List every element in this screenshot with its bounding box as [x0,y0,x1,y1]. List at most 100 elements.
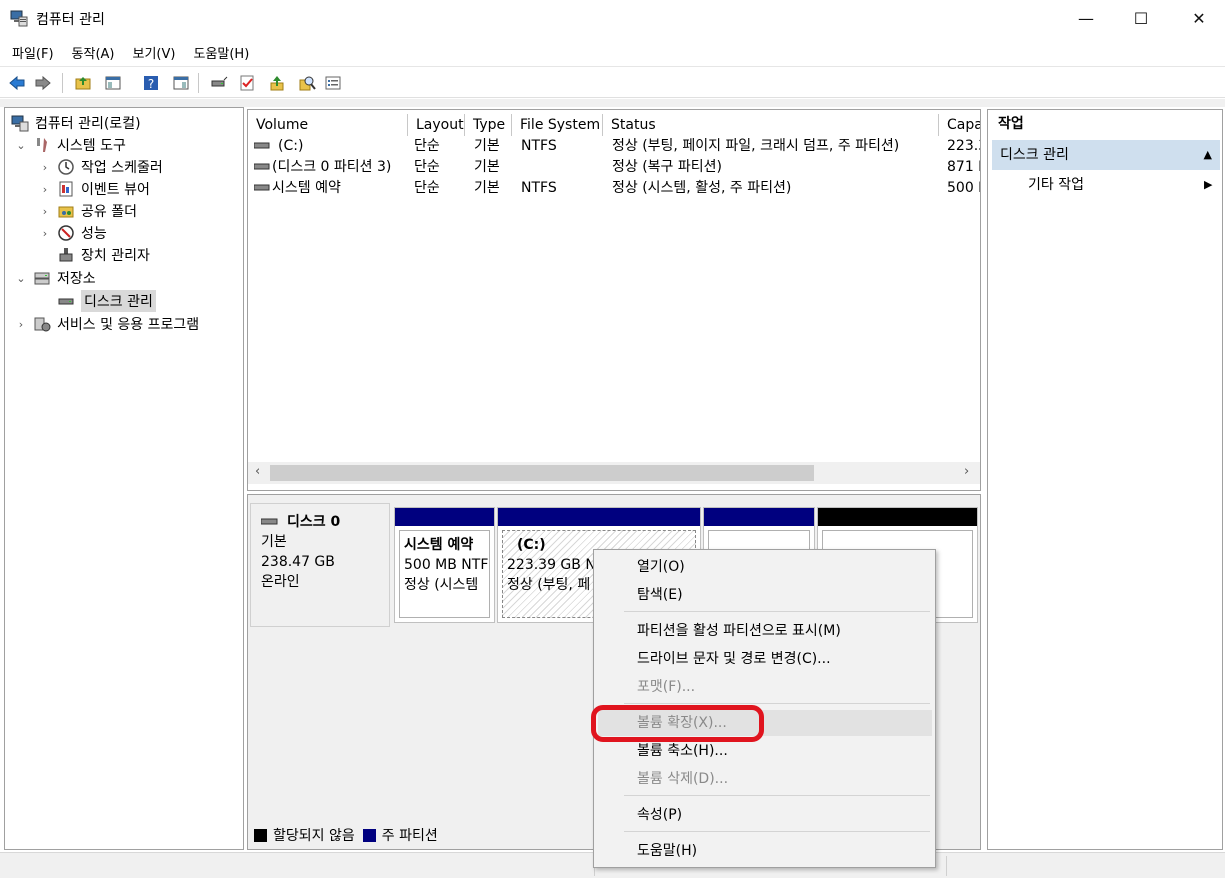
disk-icon [58,298,74,305]
disk-name: 디스크 0 [287,514,341,530]
column-header-layout[interactable]: Layout [408,114,465,136]
export-icon[interactable] [266,72,288,94]
toolbar-divider [0,99,1225,107]
tree-item-label: 컴퓨터 관리(로컬) [35,116,141,132]
chevron-down-icon[interactable]: ⌄ [15,139,27,152]
scroll-left-icon[interactable]: ‹ [255,464,260,479]
menu-action[interactable]: 동작(A) [66,43,121,62]
performance-icon [58,225,74,241]
chevron-right-icon[interactable]: › [39,227,51,240]
volume-status: 정상 (부팅, 페이지 파일, 크래시 덤프, 주 파티션) [612,138,900,154]
services-icon [34,317,51,332]
column-header-status[interactable]: Status [603,114,939,136]
volume-capacity: 871 M [947,159,980,175]
tree-item-disk-management[interactable]: 디스크 관리 [57,290,156,312]
volume-capacity: 500 M [947,180,980,196]
menu-separator [624,611,930,612]
connect-drive-icon[interactable] [208,72,230,94]
column-header-file-system[interactable]: File System [512,114,603,136]
chevron-right-icon[interactable]: › [15,318,27,331]
menu-separator [624,831,930,832]
menu-item-help[interactable]: 도움말(H) [598,838,932,864]
status-divider [946,856,947,876]
menu-item-properties[interactable]: 속성(P) [598,802,932,828]
find-icon[interactable] [296,72,318,94]
chevron-right-icon[interactable]: › [39,183,51,196]
disk-0-info[interactable]: 디스크 0 기본 238.47 GB 온라인 [250,503,390,627]
help-icon[interactable]: ? [140,72,162,94]
horizontal-scrollbar[interactable]: ‹ › [248,462,980,484]
volume-layout: 단순 [414,138,440,154]
volume-list-header: Volume Layout Type File System Status Ca… [248,114,980,136]
tree-item-services-apps[interactable]: › 서비스 및 응용 프로그램 [15,313,199,335]
table-row[interactable]: (디스크 0 파티션 3) 단순 기본 정상 (복구 파티션) 871 M [248,157,980,178]
back-arrow-icon[interactable] [6,72,28,94]
tree-item-device-manager[interactable]: 장치 관리자 [57,244,150,266]
maximize-button[interactable]: ☐ [1118,0,1164,36]
collapse-up-icon[interactable]: ▲ [1204,140,1212,170]
show-hide-action-pane-icon[interactable] [170,72,192,94]
chevron-down-icon[interactable]: ⌄ [15,272,27,285]
up-folder-icon[interactable] [72,72,94,94]
computer-management-icon [11,115,29,132]
tree-item-event-viewer[interactable]: › 이벤트 뷰어 [39,178,150,200]
navigation-tree: 컴퓨터 관리(로컬) ⌄ 시스템 도구 › 작업 스케줄러 › 이벤트 뷰어 ›… [4,107,244,850]
chevron-right-icon[interactable]: › [39,161,51,174]
menu-item-change-drive-letter[interactable]: 드라이브 문자 및 경로 변경(C)... [598,646,932,672]
tree-item-label: 디스크 관리 [81,290,156,312]
volume-name: (C:) [278,138,304,154]
chevron-right-icon[interactable]: › [39,205,51,218]
close-button[interactable]: ✕ [1176,0,1222,36]
tree-item-label: 장치 관리자 [81,248,150,264]
actions-section-disk-management[interactable]: 디스크 관리 ▲ [992,140,1220,170]
volume-icon [254,142,270,149]
menu-help[interactable]: 도움말(H) [187,43,255,62]
tree-item-shared-folders[interactable]: › 공유 폴더 [39,200,137,222]
scrollbar-thumb[interactable] [270,465,814,481]
scroll-right-icon[interactable]: › [964,464,969,479]
tree-item-task-scheduler[interactable]: › 작업 스케줄러 [39,156,163,178]
properties-icon[interactable] [322,72,344,94]
menu-item-format: 포맷(F)... [637,679,696,695]
tree-item-system-tools[interactable]: ⌄ 시스템 도구 [15,134,126,156]
volume-type: 기본 [474,138,500,154]
tree-item-label: 이벤트 뷰어 [81,182,150,198]
window-title: 컴퓨터 관리 [36,12,105,28]
menu-item-explore[interactable]: 탐색(E) [598,582,932,608]
menu-item-mark-active[interactable]: 파티션을 활성 파티션으로 표시(M) [598,618,932,644]
menu-separator [624,795,930,796]
volume-layout: 단순 [414,159,440,175]
minimize-button[interactable]: — [1063,0,1109,36]
check-icon[interactable] [236,72,258,94]
legend-swatch-primary [362,828,376,842]
title-bar: 컴퓨터 관리 — ☐ ✕ [0,0,1225,38]
partition-color-bar [395,508,494,526]
show-hide-tree-icon[interactable] [102,72,124,94]
toolbar: ? [0,66,1225,98]
legend: 할당되지 않음 주 파티션 [254,825,438,845]
partition-body[interactable]: 시스템 예약 500 MB NTF 정상 (시스템 [399,530,490,618]
disk-state: 온라인 [261,574,300,590]
tree-item-performance[interactable]: › 성능 [39,222,107,244]
actions-section-label: 디스크 관리 [1000,147,1069,163]
column-header-volume[interactable]: Volume [248,114,408,136]
forward-arrow-icon[interactable] [32,72,54,94]
actions-more-item[interactable]: 기타 작업 [1028,173,1084,197]
shared-folder-icon [58,206,74,218]
table-row[interactable]: (C:) 단순 기본 NTFS 정상 (부팅, 페이지 파일, 크래시 덤프, … [248,136,980,157]
table-row[interactable]: 시스템 예약 단순 기본 NTFS 정상 (시스템, 활성, 주 파티션) 50… [248,178,980,199]
column-header-capacity[interactable]: Capa [939,114,980,136]
menu-view[interactable]: 보기(V) [127,43,182,62]
partition-color-bar [818,508,977,526]
tree-item-label: 성능 [81,226,107,242]
submenu-arrow-icon[interactable]: ▶ [1204,173,1212,197]
tree-item-storage[interactable]: ⌄ 저장소 [15,267,95,289]
menu-item-open[interactable]: 열기(O) [598,554,932,580]
column-header-type[interactable]: Type [465,114,512,136]
menu-item-delete-volume: 볼륨 삭제(D)... [637,771,729,787]
tree-item-root[interactable]: 컴퓨터 관리(로컬) [11,112,141,134]
volume-icon [254,184,270,191]
volume-name: (디스크 0 파티션 3) [272,159,392,175]
menu-file[interactable]: 파일(F) [6,43,60,62]
partition-system-reserved[interactable]: 시스템 예약 500 MB NTF 정상 (시스템 [394,507,495,623]
